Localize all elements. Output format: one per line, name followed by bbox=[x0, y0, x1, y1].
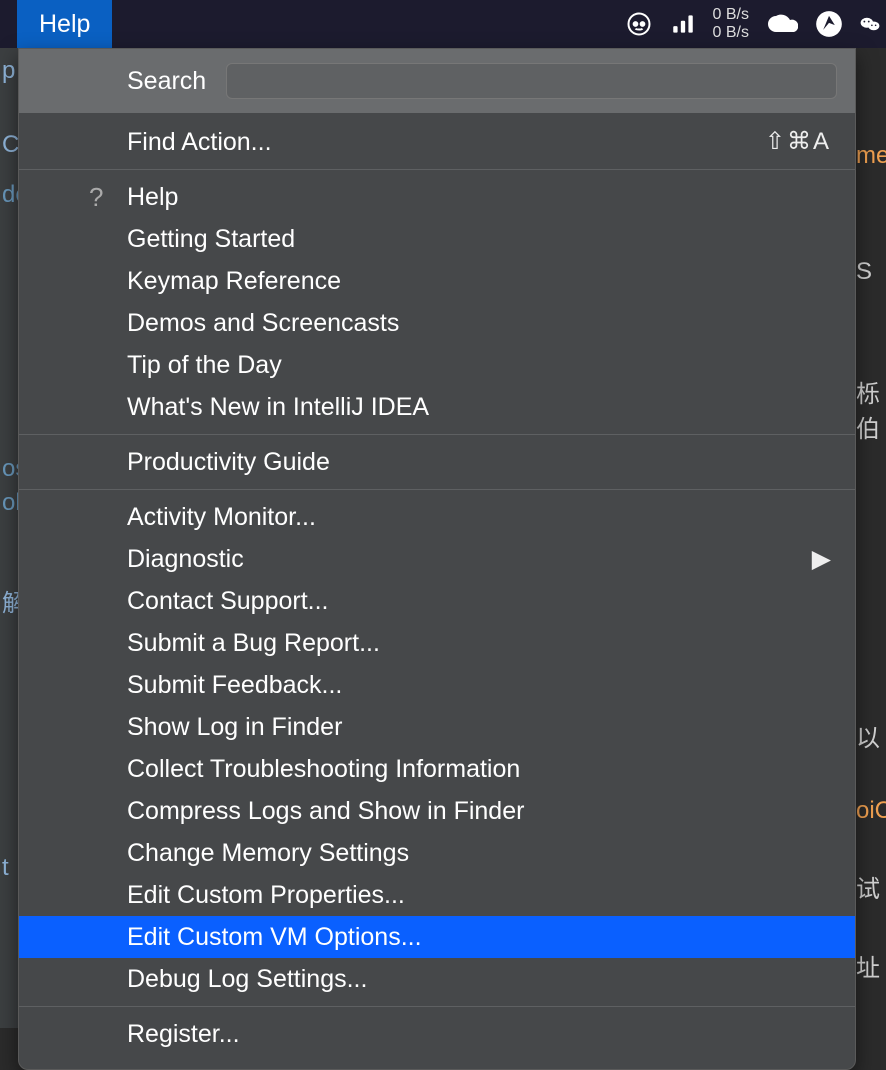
network-speed-readout: 0 B/s 0 B/s bbox=[713, 6, 749, 42]
menu-item-find-action[interactable]: Find Action... ⇧⌘A bbox=[19, 121, 855, 163]
menu-item-compress-logs-and-show-in-finder[interactable]: Compress Logs and Show in Finder bbox=[19, 790, 855, 832]
chevron-right-icon: ▶ bbox=[812, 541, 831, 577]
menu-item-label: Help bbox=[127, 179, 178, 215]
menu-item-label: Tip of the Day bbox=[127, 347, 282, 383]
menu-separator bbox=[19, 489, 855, 490]
cloud-icon[interactable] bbox=[766, 12, 798, 36]
help-dropdown-menu: Search Find Action... ⇧⌘A ? Help Getting S… bbox=[18, 48, 856, 1070]
bg-text: 址 bbox=[856, 926, 886, 1005]
menu-item-activity-monitor[interactable]: Activity Monitor... bbox=[19, 496, 855, 538]
menu-item-diagnostic[interactable]: Diagnostic ▶ bbox=[19, 538, 855, 580]
menu-search-row: Search bbox=[19, 49, 855, 113]
menu-item-label: Submit a Bug Report... bbox=[127, 625, 380, 661]
bg-text: t bbox=[0, 851, 18, 885]
menu-item-label: Productivity Guide bbox=[127, 444, 330, 480]
bg-text: S bbox=[856, 236, 886, 308]
status-tray: 0 B/s 0 B/s bbox=[625, 6, 886, 42]
menubar: Help 0 B/s 0 B/s bbox=[0, 0, 886, 48]
bg-text: C bbox=[0, 128, 18, 162]
menu-separator bbox=[19, 434, 855, 435]
menu-separator bbox=[19, 169, 855, 170]
help-menu-button[interactable]: Help bbox=[17, 0, 112, 48]
menu-item-productivity-guide[interactable]: Productivity Guide bbox=[19, 441, 855, 483]
menu-item-submit-a-bug-report[interactable]: Submit a Bug Report... bbox=[19, 622, 855, 664]
location-icon[interactable] bbox=[815, 10, 843, 38]
bg-text: oiC bbox=[856, 775, 886, 847]
wechat-icon[interactable] bbox=[860, 10, 880, 38]
bg-text: ob bbox=[0, 486, 18, 520]
menu-item-label: Edit Custom Properties... bbox=[127, 877, 405, 913]
menu-item-keymap-reference[interactable]: Keymap Reference bbox=[19, 260, 855, 302]
menu-item-label: Keymap Reference bbox=[127, 263, 341, 299]
menu-item-tip-of-the-day[interactable]: Tip of the Day bbox=[19, 344, 855, 386]
search-input[interactable] bbox=[226, 63, 837, 99]
menu-item-label: Find Action... bbox=[127, 124, 272, 160]
bg-text: me bbox=[856, 120, 886, 192]
menu-item-label: Register... bbox=[127, 1016, 240, 1052]
menu-item-show-log-in-finder[interactable]: Show Log in Finder bbox=[19, 706, 855, 748]
bg-text: os bbox=[0, 452, 18, 486]
keyboard-shortcut: ⇧⌘A bbox=[765, 124, 831, 160]
menu-item-submit-feedback[interactable]: Submit Feedback... bbox=[19, 664, 855, 706]
menu-item-edit-custom-vm-options[interactable]: Edit Custom VM Options... bbox=[19, 916, 855, 958]
menu-item-collect-troubleshooting-information[interactable]: Collect Troubleshooting Information bbox=[19, 748, 855, 790]
menu-item-what-s-new-in-intellij-idea[interactable]: What's New in IntelliJ IDEA bbox=[19, 386, 855, 428]
menu-item-demos-and-screencasts[interactable]: Demos and Screencasts bbox=[19, 302, 855, 344]
bg-text: 试 bbox=[856, 847, 886, 926]
bg-text: de bbox=[0, 178, 18, 212]
menu-item-label: Change Memory Settings bbox=[127, 835, 409, 871]
menu-item-getting-started[interactable]: Getting Started bbox=[19, 218, 855, 260]
menu-item-label: Edit Custom VM Options... bbox=[127, 919, 422, 955]
bg-text: p bbox=[0, 54, 18, 88]
menu-item-label: Collect Troubleshooting Information bbox=[127, 751, 520, 787]
menu-item-label: Contact Support... bbox=[127, 583, 329, 619]
bg-text: 栎伯 bbox=[856, 352, 886, 466]
net-upload-text: 0 B/s bbox=[713, 6, 749, 24]
bg-text: 以 bbox=[856, 696, 886, 775]
alien-icon[interactable] bbox=[625, 10, 653, 38]
menu-item-label: What's New in IntelliJ IDEA bbox=[127, 389, 429, 425]
net-download-text: 0 B/s bbox=[713, 24, 749, 42]
search-label: Search bbox=[37, 67, 206, 96]
menu-item-label: Compress Logs and Show in Finder bbox=[127, 793, 524, 829]
menu-item-contact-support[interactable]: Contact Support... bbox=[19, 580, 855, 622]
menu-item-label: Submit Feedback... bbox=[127, 667, 342, 703]
question-icon: ? bbox=[89, 179, 103, 215]
menu-item-label: Debug Log Settings... bbox=[127, 961, 367, 997]
menu-separator bbox=[19, 1006, 855, 1007]
network-bars-icon[interactable] bbox=[670, 11, 696, 37]
menu-item-register[interactable]: Register... bbox=[19, 1013, 855, 1055]
menu-item-debug-log-settings[interactable]: Debug Log Settings... bbox=[19, 958, 855, 1000]
background-left-strip: p C de os ob 解 t bbox=[0, 48, 18, 1028]
help-menu-label: Help bbox=[39, 10, 90, 39]
menu-item-help[interactable]: ? Help bbox=[19, 176, 855, 218]
menu-item-label: Show Log in Finder bbox=[127, 709, 342, 745]
bg-text: 解 bbox=[0, 580, 18, 621]
menu-item-label: Diagnostic bbox=[127, 541, 244, 577]
menu-item-label: Activity Monitor... bbox=[127, 499, 316, 535]
background-right-strip: me S 栎伯 以 oiC 试 址 bbox=[856, 120, 886, 1028]
menu-item-label: Demos and Screencasts bbox=[127, 305, 399, 341]
menu-item-label: Getting Started bbox=[127, 221, 295, 257]
menu-item-change-memory-settings[interactable]: Change Memory Settings bbox=[19, 832, 855, 874]
menu-item-edit-custom-properties[interactable]: Edit Custom Properties... bbox=[19, 874, 855, 916]
